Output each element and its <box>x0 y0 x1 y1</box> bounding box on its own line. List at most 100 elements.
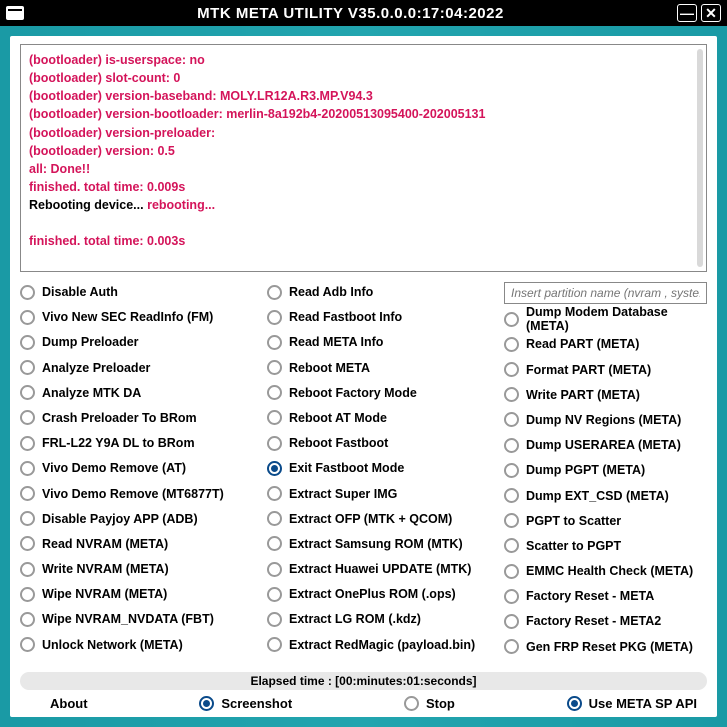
log-line: Rebooting device... rebooting... <box>29 196 698 214</box>
option-reboot-meta[interactable]: Reboot META <box>267 358 492 378</box>
radio-icon <box>267 285 282 300</box>
option-label: Write NVRAM (META) <box>42 562 169 576</box>
radio-icon <box>504 538 519 553</box>
option-dump-userarea-meta[interactable]: Dump USERAREA (META) <box>504 435 707 455</box>
scrollbar[interactable] <box>697 49 703 267</box>
meta-api-label: Use META SP API <box>589 696 697 711</box>
screenshot-button[interactable]: Screenshot <box>199 696 292 711</box>
option-gen-frp-reset-pkg-meta[interactable]: Gen FRP Reset PKG (META) <box>504 637 707 657</box>
option-read-part-meta[interactable]: Read PART (META) <box>504 334 707 354</box>
radio-icon <box>20 360 35 375</box>
option-factory-reset-meta[interactable]: Factory Reset - META <box>504 586 707 606</box>
option-analyze-preloader[interactable]: Analyze Preloader <box>20 358 255 378</box>
option-label: Dump NV Regions (META) <box>526 413 681 427</box>
partition-name-input[interactable] <box>504 282 707 304</box>
option-disable-payjoy-app-adb[interactable]: Disable Payjoy APP (ADB) <box>20 509 255 529</box>
option-analyze-mtk-da[interactable]: Analyze MTK DA <box>20 383 255 403</box>
option-extract-lg-rom-kdz[interactable]: Extract LG ROM (.kdz) <box>267 609 492 629</box>
option-dump-pgpt-meta[interactable]: Dump PGPT (META) <box>504 460 707 480</box>
option-dump-modem-database-meta[interactable]: Dump Modem Database (META) <box>504 309 707 329</box>
option-reboot-fastboot[interactable]: Reboot Fastboot <box>267 433 492 453</box>
option-label: Dump EXT_CSD (META) <box>526 489 669 503</box>
option-frl-l22-y9a-dl-to-brom[interactable]: FRL-L22 Y9A DL to BRom <box>20 433 255 453</box>
option-label: Scatter to PGPT <box>526 539 621 553</box>
option-vivo-new-sec-readinfo-fm[interactable]: Vivo New SEC ReadInfo (FM) <box>20 307 255 327</box>
log-line: (bootloader) version-baseband: MOLY.LR12… <box>29 87 698 105</box>
option-extract-redmagic-payload-bin[interactable]: Extract RedMagic (payload.bin) <box>267 635 492 655</box>
option-label: Extract LG ROM (.kdz) <box>289 612 421 626</box>
option-extract-oneplus-rom-ops[interactable]: Extract OnePlus ROM (.ops) <box>267 584 492 604</box>
radio-icon <box>20 536 35 551</box>
option-extract-ofp-mtk-qcom[interactable]: Extract OFP (MTK + QCOM) <box>267 509 492 529</box>
option-label: Vivo Demo Remove (AT) <box>42 461 186 475</box>
about-label: About <box>50 696 88 711</box>
option-pgpt-to-scatter[interactable]: PGPT to Scatter <box>504 511 707 531</box>
option-write-part-meta[interactable]: Write PART (META) <box>504 385 707 405</box>
option-scatter-to-pgpt[interactable]: Scatter to PGPT <box>504 536 707 556</box>
radio-icon <box>267 385 282 400</box>
radio-icon <box>504 488 519 503</box>
option-label: Read PART (META) <box>526 337 639 351</box>
option-unlock-network-meta[interactable]: Unlock Network (META) <box>20 635 255 655</box>
option-reboot-at-mode[interactable]: Reboot AT Mode <box>267 408 492 428</box>
radio-icon <box>20 410 35 425</box>
option-wipe-nvram-nvdata-fbt[interactable]: Wipe NVRAM_NVDATA (FBT) <box>20 609 255 629</box>
radio-icon <box>504 463 519 478</box>
option-dump-nv-regions-meta[interactable]: Dump NV Regions (META) <box>504 410 707 430</box>
option-read-meta-info[interactable]: Read META Info <box>267 332 492 352</box>
option-dump-preloader[interactable]: Dump Preloader <box>20 332 255 352</box>
option-wipe-nvram-meta[interactable]: Wipe NVRAM (META) <box>20 584 255 604</box>
about-button[interactable]: About <box>50 696 88 711</box>
radio-icon <box>504 564 519 579</box>
options-column-2: Read Adb Info Read Fastboot Info Read META… <box>267 282 492 666</box>
option-label: Disable Auth <box>42 285 118 299</box>
window-controls: — ✕ <box>677 4 721 22</box>
option-disable-auth[interactable]: Disable Auth <box>20 282 255 302</box>
option-read-fastboot-info[interactable]: Read Fastboot Info <box>267 307 492 327</box>
option-label: Reboot META <box>289 361 370 375</box>
radio-icon <box>20 486 35 501</box>
option-format-part-meta[interactable]: Format PART (META) <box>504 360 707 380</box>
option-exit-fastboot-mode[interactable]: Exit Fastboot Mode <box>267 458 492 478</box>
option-emmc-health-check-meta[interactable]: EMMC Health Check (META) <box>504 561 707 581</box>
radio-icon <box>20 511 35 526</box>
log-output[interactable]: (bootloader) is-userspace: no(bootloader… <box>20 44 707 272</box>
option-crash-preloader-to-brom[interactable]: Crash Preloader To BRom <box>20 408 255 428</box>
radio-icon <box>20 637 35 652</box>
option-vivo-demo-remove-mt6877t[interactable]: Vivo Demo Remove (MT6877T) <box>20 484 255 504</box>
option-write-nvram-meta[interactable]: Write NVRAM (META) <box>20 559 255 579</box>
log-line: (bootloader) version-bootloader: merlin-… <box>29 105 698 123</box>
option-extract-samsung-rom-mtk[interactable]: Extract Samsung ROM (MTK) <box>267 534 492 554</box>
option-reboot-factory-mode[interactable]: Reboot Factory Mode <box>267 383 492 403</box>
option-dump-ext-csd-meta[interactable]: Dump EXT_CSD (META) <box>504 486 707 506</box>
log-line <box>29 214 698 232</box>
log-line: finished. total time: 0.009s <box>29 178 698 196</box>
radio-icon <box>504 412 519 427</box>
option-label: Vivo New SEC ReadInfo (FM) <box>42 310 213 324</box>
option-read-nvram-meta[interactable]: Read NVRAM (META) <box>20 534 255 554</box>
stop-button[interactable]: Stop <box>404 696 455 711</box>
option-label: Format PART (META) <box>526 363 651 377</box>
radio-icon <box>267 310 282 325</box>
option-label: Vivo Demo Remove (MT6877T) <box>42 487 224 501</box>
radio-icon <box>20 310 35 325</box>
option-vivo-demo-remove-at[interactable]: Vivo Demo Remove (AT) <box>20 458 255 478</box>
option-label: PGPT to Scatter <box>526 514 621 528</box>
option-label: Extract RedMagic (payload.bin) <box>289 638 475 652</box>
stop-label: Stop <box>426 696 455 711</box>
option-read-adb-info[interactable]: Read Adb Info <box>267 282 492 302</box>
radio-icon <box>267 511 282 526</box>
radio-icon <box>267 637 282 652</box>
option-extract-super-img[interactable]: Extract Super IMG <box>267 484 492 504</box>
option-factory-reset-meta2[interactable]: Factory Reset - META2 <box>504 611 707 631</box>
option-label: Read META Info <box>289 335 383 349</box>
minimize-button[interactable]: — <box>677 4 697 22</box>
option-label: Read NVRAM (META) <box>42 537 168 551</box>
option-label: Extract OFP (MTK + QCOM) <box>289 512 452 526</box>
close-button[interactable]: ✕ <box>701 4 721 22</box>
app-icon <box>6 6 24 20</box>
radio-icon <box>504 362 519 377</box>
option-label: Unlock Network (META) <box>42 638 183 652</box>
use-meta-sp-api-button[interactable]: Use META SP API <box>567 696 697 711</box>
option-extract-huawei-update-mtk[interactable]: Extract Huawei UPDATE (MTK) <box>267 559 492 579</box>
